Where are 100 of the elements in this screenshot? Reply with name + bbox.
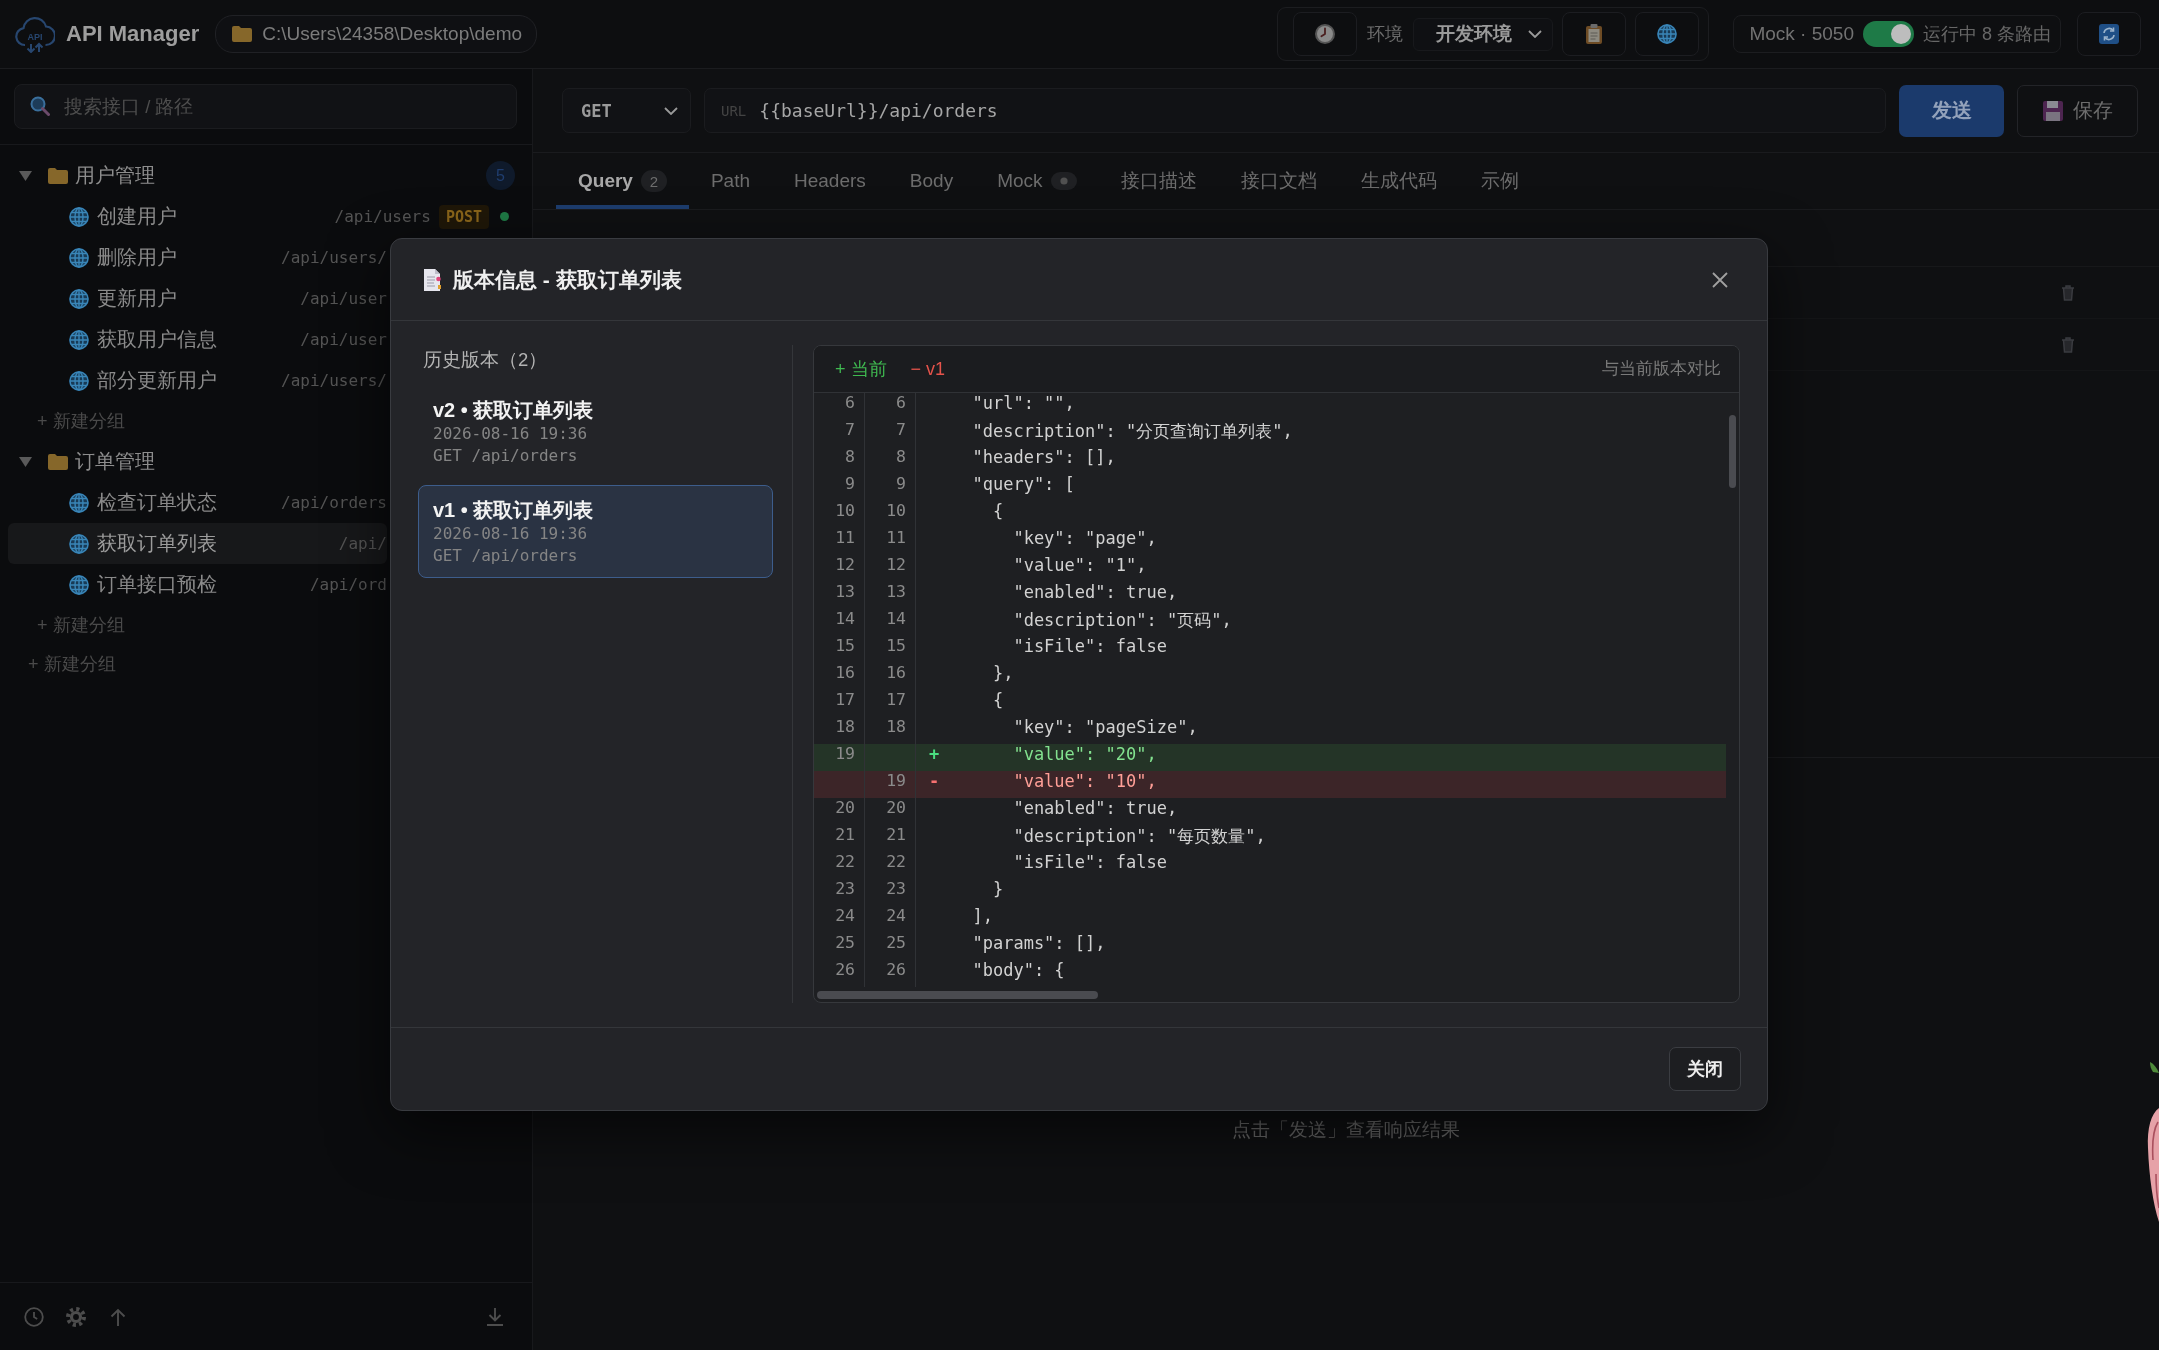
- globe-icon: [69, 574, 89, 595]
- chevron-down-icon: [1528, 30, 1543, 38]
- endpoint-name: 检查订单状态: [97, 490, 218, 515]
- endpoint-item[interactable]: 检查订单状态 /api/orders: [8, 482, 387, 523]
- endpoint-item[interactable]: 订单接口预检 /api/ord: [8, 564, 387, 605]
- trash-icon[interactable]: [2061, 284, 2075, 301]
- code-line: "body": {: [971, 960, 1066, 982]
- line-number: 22: [814, 852, 865, 879]
- clock-button[interactable]: [1293, 12, 1358, 56]
- send-button[interactable]: 发送: [1899, 84, 2004, 137]
- url-text: {{baseUrl}}/api/orders: [759, 100, 998, 121]
- tab[interactable]: Query 2: [556, 153, 689, 209]
- response-hint: 点击「发送」查看响应结果: [1232, 1118, 1460, 1142]
- endpoint-name: 创建用户: [97, 204, 178, 229]
- line-number: 20: [865, 798, 916, 825]
- group-name[interactable]: 用户管理: [75, 162, 155, 189]
- line-number: 21: [865, 825, 916, 852]
- count-badge: 5: [486, 161, 515, 190]
- horizontal-scrollbar[interactable]: [817, 991, 1098, 999]
- code-line: {: [991, 690, 1005, 712]
- tab[interactable]: Headers: [772, 153, 888, 209]
- legend-label: + 当前: [835, 358, 887, 381]
- globe-icon: [69, 492, 89, 513]
- line-number: 13: [865, 582, 916, 609]
- code-line: ],: [971, 906, 994, 928]
- group-name[interactable]: 订单管理: [75, 448, 155, 475]
- tab[interactable]: 示例: [1458, 153, 1541, 209]
- mock-toggle[interactable]: [1863, 21, 1914, 47]
- code-line: "description": "页码",: [1012, 609, 1233, 632]
- line-number: 9: [865, 474, 916, 501]
- method-select[interactable]: GET: [562, 88, 691, 133]
- diff-marker: +: [928, 744, 941, 766]
- line-number: 22: [865, 852, 916, 879]
- endpoint-item[interactable]: 创建用户 /api/users POST: [8, 196, 518, 237]
- vertical-scrollbar[interactable]: [1729, 415, 1736, 488]
- endpoint-item[interactable]: 获取订单列表 /api/: [8, 523, 387, 564]
- endpoint-item[interactable]: 删除用户 /api/users/: [8, 237, 387, 278]
- dialog-title: 版本信息 - 获取订单列表: [453, 266, 682, 293]
- endpoint-item[interactable]: 获取用户信息 /api/user: [8, 319, 387, 360]
- trash-icon[interactable]: [2061, 336, 2075, 353]
- globe-icon: [69, 370, 89, 391]
- line-number: 17: [814, 690, 865, 717]
- tab[interactable]: 接口描述: [1098, 153, 1219, 209]
- clock-icon[interactable]: [24, 1306, 44, 1327]
- environment-select[interactable]: 开发环境: [1413, 17, 1554, 51]
- tab[interactable]: 接口文档: [1218, 153, 1339, 209]
- code-line: "enabled": true,: [1012, 798, 1179, 820]
- version-request: GET /api/orders: [433, 445, 579, 467]
- tab[interactable]: Body: [887, 153, 976, 209]
- caret-icon[interactable]: [19, 456, 32, 467]
- clock-icon: [1315, 24, 1336, 44]
- version-item[interactable]: v2 • 获取订单列表 2026-08-16 19:36 GET /api/orders: [418, 385, 773, 478]
- endpoint-path: /api/ord: [309, 575, 387, 594]
- endpoint-name: 获取用户信息: [97, 327, 218, 352]
- folder-icon: [48, 167, 68, 184]
- globe-button[interactable]: [1635, 12, 1700, 56]
- globe-icon: [69, 288, 89, 309]
- workspace-path[interactable]: C:\Users\24358\Desktop\demo: [215, 15, 538, 53]
- clipboard-button[interactable]: [1562, 12, 1627, 56]
- line-number: 26: [814, 960, 865, 987]
- line-number: 8: [865, 447, 916, 474]
- folder-icon: [48, 453, 68, 470]
- close-button[interactable]: 关闭: [1669, 1047, 1741, 1091]
- globe-icon: [69, 206, 89, 227]
- history-heading: 历史版本（2）: [422, 348, 549, 372]
- diff-marker: -: [928, 771, 941, 793]
- globe-icon: [69, 247, 89, 268]
- refresh-icon: [2099, 24, 2119, 44]
- code-line: "isFile": false: [1012, 852, 1168, 874]
- version-title: v2 • 获取订单列表: [433, 398, 595, 423]
- tab[interactable]: 生成代码: [1338, 153, 1459, 209]
- version-item[interactable]: v1 • 获取订单列表 2026-08-16 19:36 GET /api/orders: [418, 485, 773, 578]
- line-number: 19: [865, 771, 916, 798]
- tab[interactable]: Mock: [975, 153, 1099, 209]
- clipboard-icon: [1586, 24, 1603, 44]
- caret-icon[interactable]: [19, 170, 32, 181]
- download-icon[interactable]: [485, 1306, 505, 1327]
- line-number: 21: [814, 825, 865, 852]
- line-number: 7: [865, 420, 916, 447]
- settings-icon[interactable]: [66, 1306, 86, 1327]
- environment-label: 环境: [1367, 23, 1404, 46]
- endpoint-path: /api/orders: [281, 493, 387, 512]
- endpoint-path: /api/users: [334, 207, 431, 226]
- refresh-button[interactable]: [2077, 12, 2141, 56]
- save-button[interactable]: 保存: [2017, 84, 2138, 137]
- endpoint-item[interactable]: 部分更新用户 /api/users/: [8, 360, 387, 401]
- arrow-up-icon[interactable]: [108, 1306, 128, 1327]
- endpoint-item[interactable]: 更新用户 /api/user: [8, 278, 387, 319]
- code-line: "params": [],: [971, 933, 1107, 955]
- line-number: 10: [865, 501, 916, 528]
- endpoint-path: /api/user: [300, 330, 387, 349]
- line-number: 15: [814, 636, 865, 663]
- line-number: 14: [865, 609, 916, 636]
- code-line: "headers": [],: [971, 447, 1117, 469]
- endpoint-name: 获取订单列表: [97, 531, 218, 556]
- tab[interactable]: Path: [688, 153, 772, 209]
- search-field[interactable]: 搜索接口 / 路径: [14, 84, 517, 129]
- code-line: },: [991, 663, 1015, 685]
- line-number: 10: [814, 501, 865, 528]
- code-line: "isFile": false: [1012, 636, 1168, 658]
